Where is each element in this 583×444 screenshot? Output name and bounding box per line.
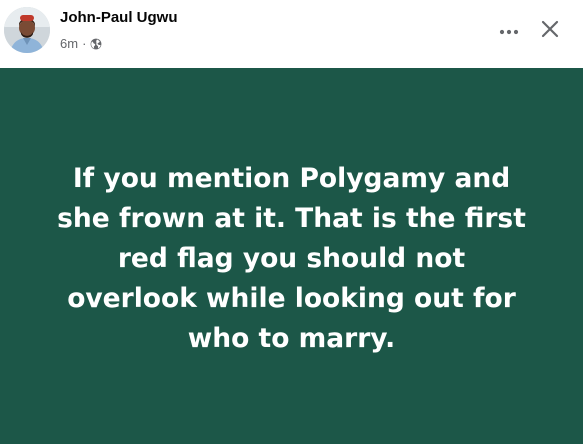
avatar-photo [4, 7, 50, 53]
post-text-line: If you mention Polygamy and [72, 163, 511, 194]
globe-icon [90, 38, 102, 50]
close-icon [541, 20, 559, 43]
post-text-line: overlook while looking out for [67, 283, 516, 314]
post-text-line: who to marry. [187, 323, 396, 354]
post-meta: 6m · [60, 36, 102, 51]
post-content-background: If you mention Polygamy and she frown at… [0, 68, 583, 444]
avatar[interactable] [4, 7, 50, 53]
post-text: If you mention Polygamy and she frown at… [22, 159, 562, 359]
more-options-button[interactable] [492, 14, 526, 48]
facebook-post: John-Paul Ugwu 6m · If you mention Polyg… [0, 0, 583, 444]
meta-separator: · [82, 36, 87, 51]
close-button[interactable] [533, 14, 567, 48]
post-timestamp[interactable]: 6m [60, 36, 78, 51]
post-text-line: red flag you should not [117, 243, 466, 274]
author-name[interactable]: John-Paul Ugwu [60, 9, 178, 26]
post-header: John-Paul Ugwu 6m · [0, 0, 583, 68]
more-horizontal-icon [499, 22, 519, 40]
post-text-line: she frown at it. That is the first [57, 203, 526, 234]
